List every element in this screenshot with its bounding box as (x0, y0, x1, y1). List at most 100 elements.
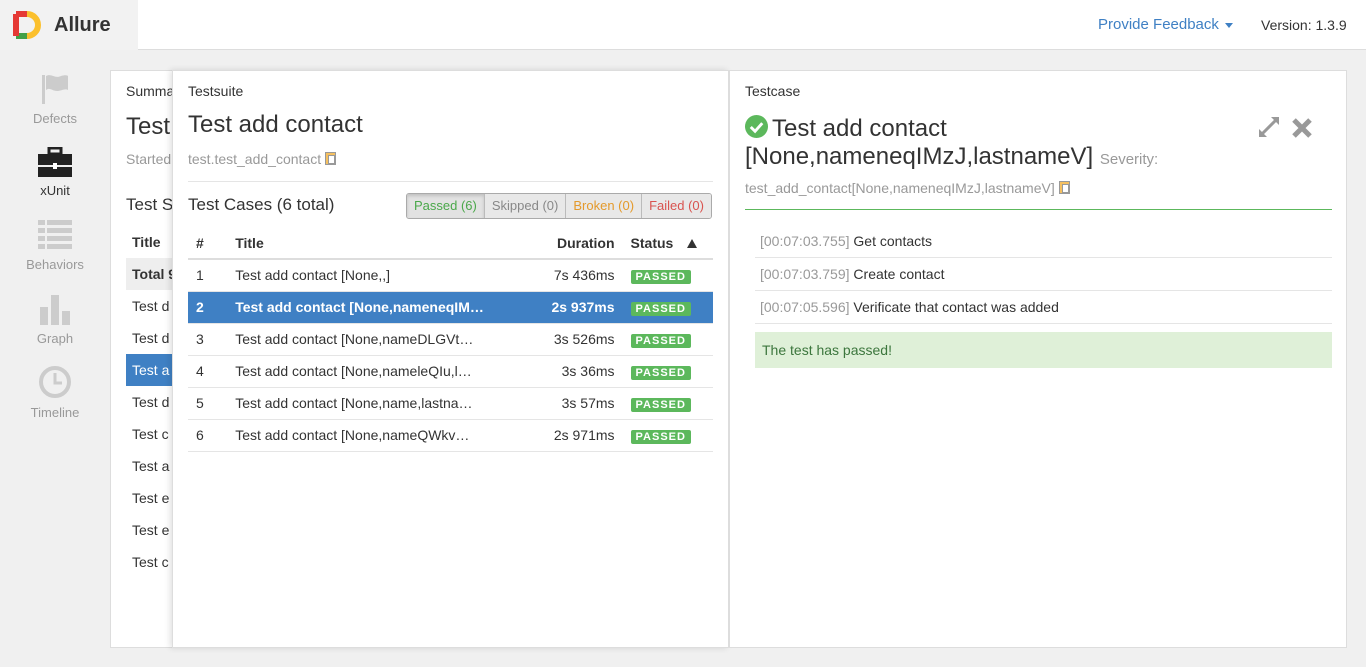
step-name: Verificate that contact was added (853, 299, 1059, 315)
sidebar-nav: Defects xUnit Behaviors Graph Timeline (0, 51, 110, 667)
status-badge: PASSED (630, 397, 691, 412)
table-row-selected[interactable]: 2 Test add contact [None,nameneqIM… 2s 9… (188, 291, 713, 324)
column-header-num[interactable]: # (188, 227, 228, 260)
table-row[interactable]: 1 Test add contact [None,,] 7s 436ms PAS… (188, 259, 713, 292)
allure-logo-icon (13, 11, 41, 39)
summary-label: Summa (126, 83, 175, 99)
flag-icon (42, 75, 68, 104)
row-duration: 3s 36ms (491, 355, 623, 388)
summary-section-title: Test S (126, 195, 174, 214)
testsuite-pane: Testsuite Test add contact test.test_add… (172, 70, 729, 648)
suite-path: test.test_add_contact (188, 151, 337, 167)
row-title: Test add contact [None,nameneqIM… (227, 291, 492, 324)
close-icon[interactable] (1291, 117, 1313, 139)
step-row[interactable]: [00:07:05.596] Verificate that contact w… (755, 291, 1332, 324)
table-row[interactable]: 4 Test add contact [None,nameleQIu,l… 3s… (188, 355, 713, 388)
suite-path-text: test.test_add_contact (188, 151, 322, 167)
nav-item-behaviors[interactable]: Behaviors (0, 219, 110, 272)
filter-failed-button[interactable]: Failed (0) (642, 194, 711, 218)
step-time: [00:07:03.755] (760, 233, 850, 249)
step-name: Get contacts (853, 233, 933, 249)
row-duration: 3s 57ms (491, 387, 623, 420)
test-cases-table: # Title Duration Status 1 Test add conta… (188, 227, 713, 452)
testcase-title-line1: Test add contact (772, 115, 947, 142)
status-divider (745, 209, 1332, 210)
status-header-label: Status (630, 234, 674, 251)
testcase-actions (1257, 115, 1313, 142)
row-title: Test add contact [None,,] (227, 259, 492, 292)
nav-label: Behaviors (26, 257, 84, 272)
row-num: 4 (188, 355, 228, 388)
nav-label: Timeline (30, 405, 80, 420)
nav-item-xunit[interactable]: xUnit (0, 147, 110, 198)
caret-down-icon (1224, 22, 1233, 28)
app-name: Allure (54, 13, 111, 36)
column-header-title[interactable]: Title (227, 227, 492, 260)
testcase-title-line2: [None,nameneqIMzJ,lastnameV] (745, 143, 1094, 170)
testcase-pane: Testcase Test add contact [None,nameneqI… (729, 70, 1347, 648)
summary-title: Test (126, 113, 171, 140)
column-header-status[interactable]: Status (622, 227, 713, 260)
nav-item-defects[interactable]: Defects (0, 73, 110, 126)
row-title: Test add contact [None,nameDLGVt… (227, 323, 492, 356)
row-duration: 2s 937ms (491, 291, 623, 324)
provide-feedback-dropdown[interactable]: Provide Feedback (1098, 16, 1233, 33)
table-row[interactable]: 5 Test add contact [None,name,lastna… 3s… (188, 387, 713, 420)
briefcase-icon (38, 147, 72, 177)
step-row[interactable]: [00:07:03.755] Get contacts (755, 225, 1332, 258)
step-row[interactable]: [00:07:03.759] Create contact (755, 258, 1332, 291)
version-label: Version: 1.3.9 (1261, 17, 1347, 33)
sort-asc-icon (687, 238, 698, 248)
row-duration: 3s 526ms (491, 323, 623, 356)
status-badge: PASSED (630, 365, 691, 380)
row-title: Test add contact [None,nameQWkv… (227, 419, 492, 452)
step-time: [00:07:03.759] (760, 266, 850, 282)
row-title: Test add contact [None,name,lastna… (227, 387, 492, 420)
filter-passed-button[interactable]: Passed (6) (407, 194, 485, 218)
clock-icon (39, 366, 71, 398)
filter-skipped-button[interactable]: Skipped (0) (484, 194, 567, 218)
suite-title: Test add contact (188, 111, 363, 138)
expand-icon[interactable] (1257, 115, 1281, 139)
row-num: 6 (188, 419, 228, 452)
step-name: Create contact (853, 266, 945, 282)
testcase-label: Testcase (745, 83, 801, 99)
testsuite-label: Testsuite (188, 83, 244, 99)
status-badge: PASSED (630, 429, 691, 444)
table-header-row: # Title Duration Status (188, 227, 713, 260)
nav-item-graph[interactable]: Graph (0, 293, 110, 346)
testcase-path-text: test_add_contact[None,nameneqIMzJ,lastna… (745, 180, 1055, 196)
status-filter-group: Passed (6) Skipped (0) Broken (0) Failed… (406, 193, 712, 219)
row-duration: 2s 971ms (491, 419, 623, 452)
table-row[interactable]: 3 Test add contact [None,nameDLGVt… 3s 5… (188, 323, 713, 356)
filter-broken-button[interactable]: Broken (0) (566, 194, 643, 218)
nav-item-timeline[interactable]: Timeline (0, 365, 110, 420)
row-title: Test add contact [None,nameleQIu,l… (227, 355, 492, 388)
top-bar: Allure Provide Feedback Version: 1.3.9 (0, 0, 1366, 50)
copy-icon[interactable] (325, 152, 337, 165)
row-num: 3 (188, 323, 228, 356)
row-num: 1 (188, 259, 228, 292)
brand[interactable]: Allure (0, 0, 138, 50)
copy-icon[interactable] (1058, 181, 1070, 194)
bar-chart-icon (40, 295, 70, 325)
column-header-duration[interactable]: Duration (491, 227, 623, 260)
list-icon (38, 220, 72, 249)
check-circle-icon (745, 115, 768, 138)
status-badge: PASSED (630, 301, 691, 316)
status-badge: PASSED (630, 269, 691, 284)
testcase-title: Test add contact [None,nameneqIMzJ,lastn… (745, 115, 1165, 174)
table-row[interactable]: 6 Test add contact [None,nameQWkv… 2s 97… (188, 419, 713, 452)
row-num: 5 (188, 387, 228, 420)
status-badge: PASSED (630, 333, 691, 348)
result-message: The test has passed! (755, 332, 1332, 368)
summary-started: Started (126, 151, 172, 167)
nav-label: Graph (36, 331, 74, 346)
testcase-path: test_add_contact[None,nameneqIMzJ,lastna… (745, 180, 1070, 196)
test-cases-title: Test Cases (6 total) (188, 195, 335, 214)
divider (188, 181, 713, 182)
nav-label: xUnit (40, 183, 70, 198)
nav-label: Defects (32, 111, 78, 126)
step-time: [00:07:05.596] (760, 299, 850, 315)
severity-label: Severity: (1099, 151, 1159, 168)
